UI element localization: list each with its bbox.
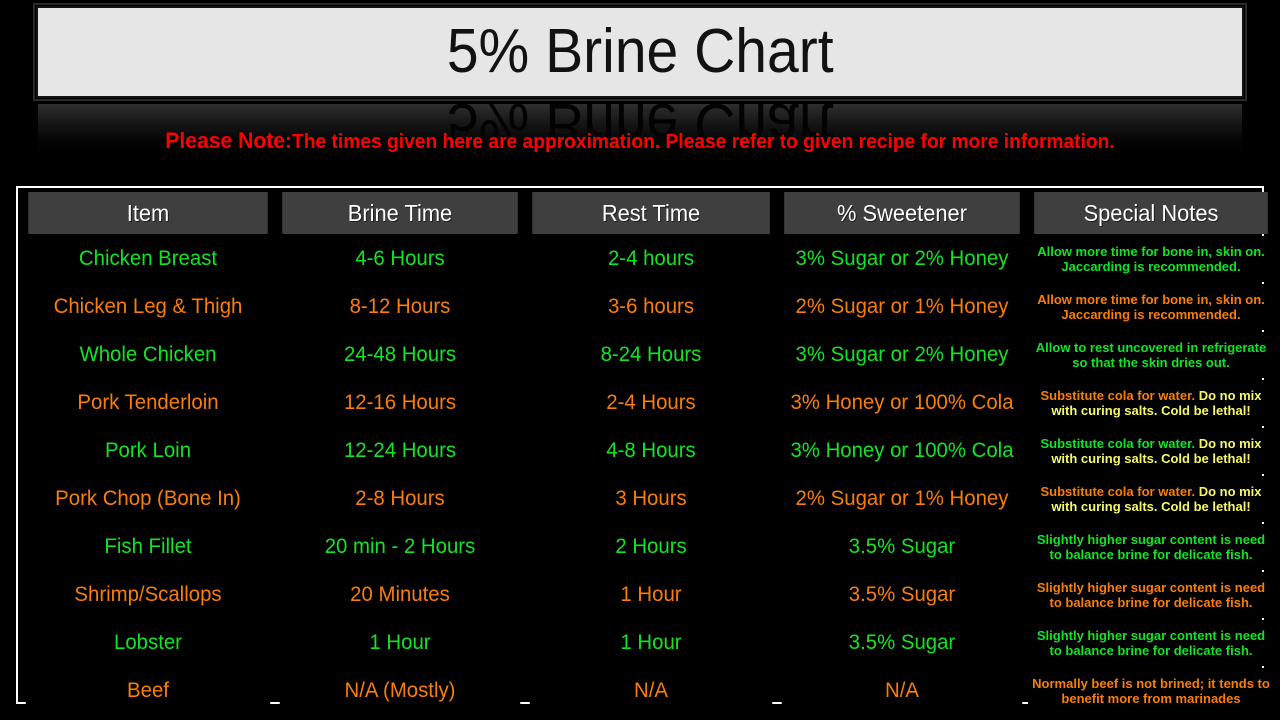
please-note-label: Please Note:: [165, 128, 293, 153]
column-header-brine-time: Brine Time: [282, 192, 518, 234]
cell-brine-time: 20 Minutes: [279, 572, 521, 618]
table-header: Item Brine Time Rest Time % Sweetener Sp…: [22, 192, 1274, 234]
cell-special-notes: Slightly higher sugar content is need to…: [1028, 524, 1274, 570]
table-row: Whole Chicken 24-48 Hours 8-24 Hours 3% Sug…: [22, 332, 1274, 378]
cell-item: Pork Tenderloin: [25, 380, 271, 426]
cell-item: Pork Loin: [25, 428, 271, 474]
note-main-text: Slightly higher sugar content is need to…: [1036, 580, 1266, 610]
cell-special-notes: Slightly higher sugar content is need to…: [1028, 620, 1274, 666]
cell-rest-time: 1 Hour: [529, 572, 773, 618]
cell-sweetener: 3.5% Sugar: [781, 524, 1023, 570]
cell-sweetener: 2% Sugar or 1% Honey: [781, 476, 1023, 522]
cell-item: Chicken Breast: [25, 236, 271, 282]
column-header-special-notes: Special Notes: [1034, 192, 1268, 234]
cell-special-notes: Slightly higher sugar content is need to…: [1028, 572, 1274, 618]
cell-brine-time: 2-8 Hours: [279, 476, 521, 522]
note-main-text: Allow to rest uncovered in refrigerate s…: [1035, 340, 1267, 370]
table-row: Pork Loin 12-24 Hours 4-8 Hours 3% Honey or…: [22, 428, 1274, 474]
cell-rest-time: 8-24 Hours: [529, 332, 773, 378]
cell-rest-time: 3-6 hours: [529, 284, 773, 330]
cell-special-notes: Allow more time for bone in, skin on. Ja…: [1028, 236, 1274, 282]
cell-rest-time: 2-4 hours: [529, 236, 773, 282]
note-main-text: Normally beef is not brined; it tends to…: [1032, 676, 1270, 706]
cell-rest-time: 3 Hours: [529, 476, 773, 522]
cell-item: Fish Fillet: [25, 524, 271, 570]
title-block: 5% Brine Chart 5% Brine Chart Please Not…: [0, 0, 1280, 178]
column-header-sweetener: % Sweetener: [784, 192, 1020, 234]
cell-sweetener: 3% Sugar or 2% Honey: [781, 332, 1023, 378]
note-main-text: Substitute cola for water.: [1040, 484, 1196, 499]
note-main-text: Allow more time for bone in, skin on. Ja…: [1037, 244, 1265, 274]
note-main-text: Substitute cola for water.: [1040, 436, 1196, 451]
cell-item: Shrimp/Scallops: [25, 572, 271, 618]
note-main-text: Substitute cola for water.: [1040, 388, 1196, 403]
cell-rest-time: 4-8 Hours: [529, 428, 773, 474]
cell-special-notes: Substitute cola for water. Do no mix wit…: [1028, 380, 1274, 426]
cell-rest-time: 2-4 Hours: [529, 380, 773, 426]
table-row: Beef N/A (Mostly) N/A N/A Normally beef is n…: [22, 668, 1274, 714]
table-row: Chicken Breast 4-6 Hours 2-4 hours 3% Sugar…: [22, 236, 1274, 282]
cell-sweetener: 3.5% Sugar: [781, 620, 1023, 666]
cell-brine-time: 12-16 Hours: [279, 380, 521, 426]
cell-sweetener: N/A: [781, 668, 1023, 714]
cell-special-notes: Allow more time for bone in, skin on. Ja…: [1028, 284, 1274, 330]
column-header-item: Item: [28, 192, 268, 234]
brine-table-container: Item Brine Time Rest Time % Sweetener Sp…: [16, 186, 1274, 714]
cell-special-notes: Substitute cola for water. Do no mix wit…: [1028, 428, 1274, 474]
brine-table: Item Brine Time Rest Time % Sweetener Sp…: [20, 190, 1276, 716]
table-body: Chicken Breast 4-6 Hours 2-4 hours 3% Sugar…: [22, 236, 1274, 714]
cell-brine-time: N/A (Mostly): [279, 668, 521, 714]
table-header-row: Item Brine Time Rest Time % Sweetener Sp…: [22, 192, 1274, 234]
title-banner: 5% Brine Chart: [33, 3, 1247, 101]
cell-brine-time: 1 Hour: [279, 620, 521, 666]
cell-item: Chicken Leg & Thigh: [25, 284, 271, 330]
column-header-rest-time: Rest Time: [532, 192, 770, 234]
cell-sweetener: 3.5% Sugar: [781, 572, 1023, 618]
cell-brine-time: 4-6 Hours: [279, 236, 521, 282]
table-row: Pork Chop (Bone In) 2-8 Hours 3 Hours 2% Su…: [22, 476, 1274, 522]
note-main-text: Slightly higher sugar content is need to…: [1036, 532, 1266, 562]
table-row: Chicken Leg & Thigh 8-12 Hours 3-6 hours 2%…: [22, 284, 1274, 330]
cell-item: Beef: [25, 668, 271, 714]
cell-sweetener: 2% Sugar or 1% Honey: [781, 284, 1023, 330]
cell-special-notes: Substitute cola for water. Do no mix wit…: [1028, 476, 1274, 522]
cell-brine-time: 8-12 Hours: [279, 284, 521, 330]
cell-item: Lobster: [25, 620, 271, 666]
cell-brine-time: 20 min - 2 Hours: [279, 524, 521, 570]
cell-special-notes: Allow to rest uncovered in refrigerate s…: [1028, 332, 1274, 378]
cell-item: Pork Chop (Bone In): [25, 476, 271, 522]
cell-sweetener: 3% Honey or 100% Cola: [781, 428, 1023, 474]
note-main-text: Allow more time for bone in, skin on. Ja…: [1037, 292, 1265, 322]
cell-brine-time: 12-24 Hours: [279, 428, 521, 474]
cell-sweetener: 3% Sugar or 2% Honey: [781, 236, 1023, 282]
cell-item: Whole Chicken: [25, 332, 271, 378]
cell-rest-time: N/A: [529, 668, 773, 714]
table-row: Lobster 1 Hour 1 Hour 3.5% Sugar Slightly hi…: [22, 620, 1274, 666]
cell-special-notes: Normally beef is not brined; it tends to…: [1028, 668, 1274, 714]
please-note-text: The times given here are approximation. …: [292, 131, 1115, 153]
cell-brine-time: 24-48 Hours: [279, 332, 521, 378]
cell-rest-time: 1 Hour: [529, 620, 773, 666]
page-title: 5% Brine Chart: [446, 17, 834, 86]
note-main-text: Slightly higher sugar content is need to…: [1036, 628, 1266, 658]
table-row: Shrimp/Scallops 20 Minutes 1 Hour 3.5% Suga…: [22, 572, 1274, 618]
table-row: Fish Fillet 20 min - 2 Hours 2 Hours 3.5% S…: [22, 524, 1274, 570]
table-row: Pork Tenderloin 12-16 Hours 2-4 Hours 3% Ho…: [22, 380, 1274, 426]
cell-sweetener: 3% Honey or 100% Cola: [781, 380, 1023, 426]
please-note-banner: Please Note:The times given here are app…: [26, 128, 1255, 155]
cell-rest-time: 2 Hours: [529, 524, 773, 570]
